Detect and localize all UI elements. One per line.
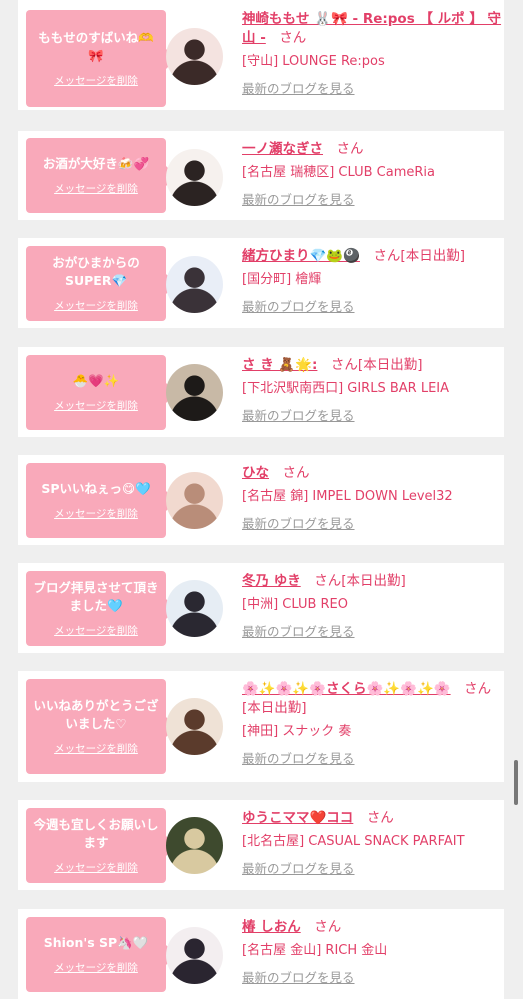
notification-card: いいねありがとうございました♡ メッセージを削除 🌸✨🌸✨🌸さくら🌸✨🌸✨🌸 さん[…: [18, 671, 504, 782]
message-bubble: いいねありがとうございました♡ メッセージを削除: [26, 679, 176, 774]
delete-message-link[interactable]: メッセージを削除: [54, 860, 138, 875]
latest-blog-link[interactable]: 最新のブログを見る: [242, 405, 355, 424]
message-bubble: SPいいねぇっ😋🩵 メッセージを削除: [26, 463, 176, 538]
profile-info: 🌸✨🌸✨🌸さくら🌸✨🌸✨🌸 さん[本日出勤] [神田] スナック 奏最新のブログを…: [242, 680, 502, 767]
shop-name: [名古屋 金山] RICH 金山: [242, 943, 388, 958]
message-bubble: ももせのすばいね🫶🎀 メッセージを削除: [26, 10, 176, 107]
message-text: いいねありがとうございました♡: [33, 698, 159, 731]
message-bubble: Shion's SP🦄🤍 メッセージを削除: [26, 917, 176, 992]
delete-message-link[interactable]: メッセージを削除: [54, 623, 138, 638]
scrollbar[interactable]: [514, 760, 518, 805]
profile-name-link[interactable]: ゆうこママ❤️ココ: [242, 810, 353, 826]
name-line: 緒方ひまり💎🐸🎱 さん[本日出勤]: [242, 247, 502, 266]
delete-message-link[interactable]: メッセージを削除: [54, 741, 138, 756]
avatar[interactable]: [166, 698, 223, 755]
profile-info: ひな さん [名古屋 錦] IMPEL DOWN Level32 最新のブログを見る: [242, 464, 502, 532]
profile-name-link[interactable]: 椿 しおん: [242, 919, 301, 935]
shop-name: [国分町] 檜輝: [242, 272, 322, 287]
latest-blog-link[interactable]: 最新のブログを見る: [242, 748, 355, 767]
latest-blog-link[interactable]: 最新のブログを見る: [242, 513, 355, 532]
latest-blog-link[interactable]: 最新のブログを見る: [242, 189, 355, 208]
shop-name: [北名古屋] CASUAL SNACK PARFAIT: [242, 834, 465, 849]
message-bubble: 今週も宜しくお願いしますメッセージを削除: [26, 808, 176, 883]
profile-info: 緒方ひまり💎🐸🎱 さん[本日出勤] [国分町] 檜輝最新のブログを見る: [242, 247, 502, 315]
name-line: ゆうこママ❤️ココ さん: [242, 809, 502, 828]
notification-card: 今週も宜しくお願いしますメッセージを削除 ゆうこママ❤️ココ さん [北名古屋] C…: [18, 800, 504, 890]
profile-info: 冬乃 ゆき さん[本日出勤] [中洲] CLUB REO 最新のブログを見る: [242, 572, 502, 640]
name-suffix: さん: [336, 141, 364, 157]
name-suffix: さん[本日出勤]: [373, 248, 465, 264]
profile-info: 椿 しおん さん [名古屋 金山] RICH 金山最新のブログを見る: [242, 918, 502, 986]
profile-info: ゆうこママ❤️ココ さん [北名古屋] CASUAL SNACK PARFAIT 最…: [242, 809, 502, 877]
name-line: 椿 しおん さん: [242, 918, 502, 937]
profile-info: 一ノ瀬なぎさ さん [名古屋 瑞穂区] CLUB CameRia 最新のブログを見る: [242, 140, 502, 208]
notification-card: おがひまからのSUPER💎 メッセージを削除 緒方ひまり💎🐸🎱 さん[本日出勤] [国…: [18, 238, 504, 328]
message-text: お酒が大好き🍻💞: [42, 156, 150, 171]
shop-name: [名古屋 錦] IMPEL DOWN Level32: [242, 489, 453, 504]
avatar[interactable]: [166, 28, 223, 85]
avatar[interactable]: [166, 256, 223, 313]
profile-name-link[interactable]: ひな: [242, 465, 269, 481]
latest-blog-link[interactable]: 最新のブログを見る: [242, 858, 355, 877]
latest-blog-link[interactable]: 最新のブログを見る: [242, 967, 355, 986]
profile-name-link[interactable]: 緒方ひまり💎🐸🎱: [242, 248, 360, 264]
avatar[interactable]: [166, 472, 223, 529]
notification-card: お酒が大好き🍻💞 メッセージを削除 一ノ瀬なぎさ さん [名古屋 瑞穂区] CLUB …: [18, 131, 504, 220]
message-bubble: お酒が大好き🍻💞 メッセージを削除: [26, 138, 176, 213]
notification-card: 🐣💗✨ メッセージを削除 さ き 🧸🌟: さん[本日出勤] [下北沢駅南西口] GIR…: [18, 347, 504, 437]
profile-info: さ き 🧸🌟: さん[本日出勤] [下北沢駅南西口] GIRLS BAR LEIA…: [242, 356, 502, 424]
latest-blog-link[interactable]: 最新のブログを見る: [242, 621, 355, 640]
shop-name: [下北沢駅南西口] GIRLS BAR LEIA: [242, 381, 450, 396]
profile-name-link[interactable]: さ き 🧸🌟:: [242, 357, 317, 373]
profile-info: 神崎ももせ 🐰🎀 - Re:pos 【 ルポ 】 守山 - さん [守山] LOU…: [242, 10, 502, 97]
message-text: 今週も宜しくお願いします: [33, 817, 159, 850]
message-bubble: 🐣💗✨ メッセージを削除: [26, 355, 176, 430]
message-text: ももせのすばいね🫶🎀: [38, 30, 154, 63]
name-line: ひな さん: [242, 464, 502, 483]
shop-name: [神田] スナック 奏: [242, 724, 352, 739]
profile-name-link[interactable]: 🌸✨🌸✨🌸さくら🌸✨🌸✨🌸: [242, 681, 451, 697]
shop-name: [中洲] CLUB REO: [242, 597, 348, 612]
delete-message-link[interactable]: メッセージを削除: [54, 960, 138, 975]
name-line: 神崎ももせ 🐰🎀 - Re:pos 【 ルポ 】 守山 - さん: [242, 10, 502, 48]
avatar[interactable]: [166, 927, 223, 984]
latest-blog-link[interactable]: 最新のブログを見る: [242, 296, 355, 315]
name-suffix: さん: [282, 465, 310, 481]
message-text: Shion's SP🦄🤍: [43, 935, 149, 950]
name-suffix: さん[本日出勤]: [330, 357, 423, 373]
avatar[interactable]: [166, 364, 223, 421]
notification-card: ブログ拝見させて頂きました🩵 メッセージを削除 冬乃 ゆき さん[本日出勤] [中洲]…: [18, 563, 504, 653]
profile-name-link[interactable]: 冬乃 ゆき: [242, 573, 301, 589]
message-bubble: おがひまからのSUPER💎 メッセージを削除: [26, 246, 176, 321]
delete-message-link[interactable]: メッセージを削除: [54, 73, 138, 88]
message-text: SPいいねぇっ😋🩵: [41, 481, 151, 496]
message-text: 🐣💗✨: [72, 373, 120, 388]
delete-message-link[interactable]: メッセージを削除: [54, 506, 138, 521]
message-bubble: ブログ拝見させて頂きました🩵 メッセージを削除: [26, 571, 176, 646]
name-line: 一ノ瀬なぎさ さん: [242, 140, 502, 159]
name-suffix: さん: [366, 810, 394, 826]
message-text: ブログ拝見させて頂きました🩵: [33, 580, 159, 613]
name-line: 冬乃 ゆき さん[本日出勤]: [242, 572, 502, 591]
latest-blog-link[interactable]: 最新のブログを見る: [242, 78, 355, 97]
delete-message-link[interactable]: メッセージを削除: [54, 398, 138, 413]
shop-name: [名古屋 瑞穂区] CLUB CameRia: [242, 165, 435, 180]
delete-message-link[interactable]: メッセージを削除: [54, 298, 138, 313]
name-line: 🌸✨🌸✨🌸さくら🌸✨🌸✨🌸 さん[本日出勤]: [242, 680, 502, 718]
avatar[interactable]: [166, 580, 223, 637]
name-line: さ き 🧸🌟: さん[本日出勤]: [242, 356, 502, 375]
delete-message-link[interactable]: メッセージを削除: [54, 181, 138, 196]
message-text: おがひまからのSUPER💎: [52, 255, 140, 288]
name-suffix: さん: [314, 919, 342, 935]
notification-card: Shion's SP🦄🤍 メッセージを削除 椿 しおん さん [名古屋 金山] RIC…: [18, 909, 504, 999]
notification-card: ももせのすばいね🫶🎀 メッセージを削除 神崎ももせ 🐰🎀 - Re:pos 【 ルポ…: [18, 0, 504, 110]
shop-name: [守山] LOUNGE Re:pos: [242, 54, 385, 69]
avatar[interactable]: [166, 817, 223, 874]
name-suffix: さん[本日出勤]: [314, 573, 406, 589]
name-suffix: さん: [279, 30, 307, 46]
avatar[interactable]: [166, 149, 223, 206]
notification-card: SPいいねぇっ😋🩵 メッセージを削除 ひな さん [名古屋 錦] IMPEL DOWN…: [18, 455, 504, 545]
profile-name-link[interactable]: 一ノ瀬なぎさ: [242, 141, 323, 157]
